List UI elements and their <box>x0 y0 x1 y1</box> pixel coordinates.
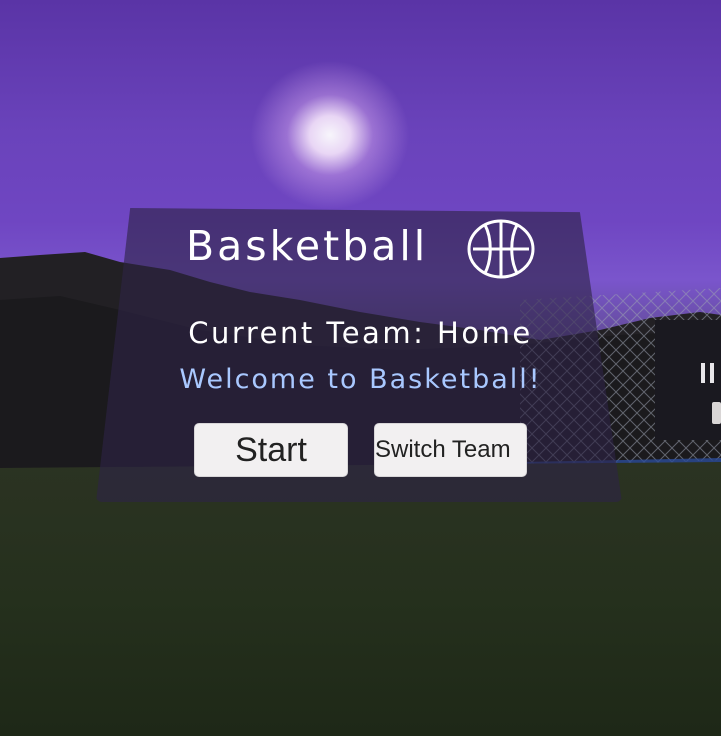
start-button[interactable]: Start <box>194 423 348 477</box>
basketball-icon <box>467 219 535 279</box>
hud-edge-element <box>712 402 721 424</box>
switch-team-button[interactable]: Switch Team <box>374 423 527 477</box>
pause-icon[interactable] <box>699 362 717 384</box>
current-team-label: Current Team: Home <box>188 316 533 350</box>
game-scene: Basketball Current Team: Home Welcome to… <box>0 0 721 736</box>
game-title: Basketball <box>186 222 429 270</box>
welcome-message: Welcome to Basketball! <box>179 364 542 395</box>
sun <box>250 60 410 210</box>
